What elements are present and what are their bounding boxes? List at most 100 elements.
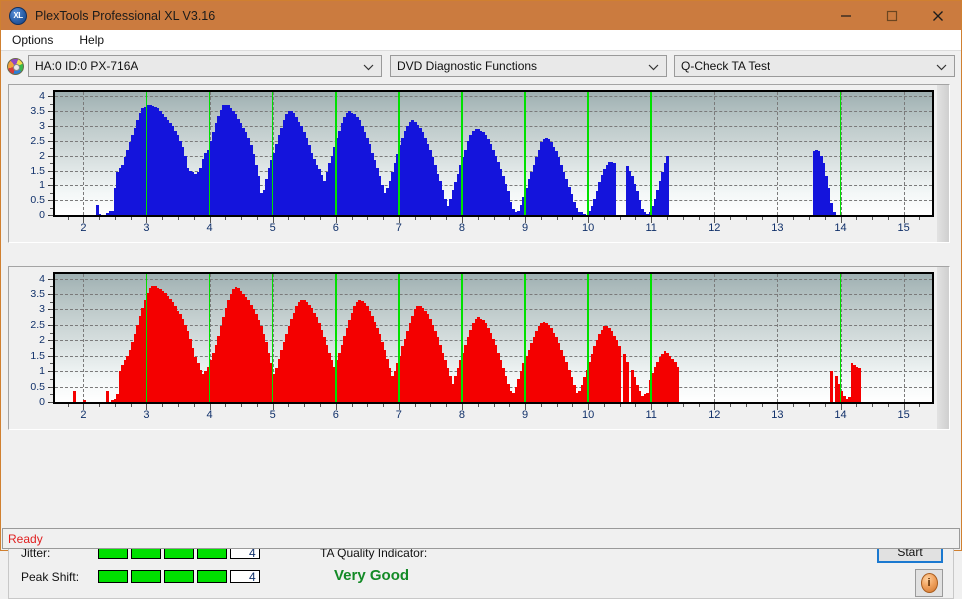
x-axis-tick [919, 217, 921, 220]
gridline-horizontal [55, 140, 932, 142]
x-axis-tick [162, 404, 164, 407]
y-axis-label: 0 [39, 396, 45, 408]
y-axis-minor-tick [50, 207, 53, 209]
x-axis-tick [824, 217, 826, 220]
x-axis-tick [383, 217, 385, 220]
x-axis-tick [808, 217, 810, 220]
x-axis-label: 13 [771, 409, 784, 421]
gridline-vertical [83, 274, 85, 402]
x-axis-label: 14 [834, 222, 847, 234]
x-axis-tick [777, 404, 779, 410]
x-axis-tick [178, 404, 180, 407]
maximize-button[interactable] [869, 1, 915, 30]
x-axis-tick [698, 217, 700, 220]
x-axis-tick [588, 404, 590, 410]
x-axis-tick [114, 217, 116, 220]
y-axis-minor-tick [50, 170, 53, 172]
x-axis-tick [225, 217, 227, 220]
x-axis-label: 8 [458, 222, 466, 234]
y-axis-minor-tick [50, 317, 53, 319]
function-select-value: DVD Diagnostic Functions [397, 59, 538, 73]
y-axis-label: 0.5 [30, 380, 45, 393]
peakshift-label: Peak Shift: [21, 570, 80, 584]
peakshift-chart-panel: 0 0.5 1 1.5 2 2.5 3 3.5 4 2 3 4 5 6 7 8 9 10 11 12 13 14 15 [8, 266, 950, 430]
x-axis-tick [335, 217, 337, 223]
x-axis-label: 10 [582, 222, 595, 234]
y-axis-label: 2.5 [30, 318, 45, 331]
x-axis-tick [730, 217, 732, 220]
title-bar: XL PlexTools Professional XL V3.16 [1, 1, 961, 30]
x-axis-tick [414, 217, 416, 220]
chart-bar [583, 213, 586, 215]
close-button[interactable] [915, 1, 961, 30]
y-axis-minor-tick [50, 402, 53, 403]
y-axis-minor-tick [50, 309, 53, 311]
x-axis-tick [178, 217, 180, 220]
x-axis-tick [99, 217, 101, 220]
x-axis-tick [367, 404, 369, 407]
y-axis-label: 4 [39, 272, 45, 285]
gridline-vertical [714, 92, 716, 215]
x-axis-tick [651, 217, 653, 223]
y-axis-minor-tick [50, 103, 53, 105]
x-axis-tick [461, 404, 463, 410]
x-axis-tick [446, 217, 448, 220]
x-axis-tick [793, 217, 795, 220]
x-axis-tick [667, 404, 668, 407]
x-axis-tick [256, 404, 258, 407]
x-axis-tick [288, 404, 290, 407]
chart-bar [676, 366, 680, 402]
speed-change-marker [208, 92, 211, 215]
x-axis-tick [887, 217, 889, 220]
x-axis-tick [714, 404, 716, 410]
y-axis-minor-tick [50, 155, 53, 157]
x-axis-tick [777, 217, 779, 223]
x-axis-tick [540, 217, 542, 220]
x-axis-label: 15 [897, 409, 910, 421]
gridline-horizontal [55, 309, 932, 311]
x-axis-label: 9 [521, 222, 529, 234]
menu-item-options[interactable]: Options [9, 32, 56, 48]
peakshift-meter [98, 570, 260, 583]
y-axis-minor-tick [50, 324, 53, 326]
chart-bar [666, 155, 669, 215]
y-axis-label: 3.5 [30, 105, 45, 118]
x-axis-label: 8 [458, 409, 466, 421]
speed-change-marker [271, 92, 274, 215]
x-axis-tick [83, 217, 85, 223]
x-axis-tick [856, 217, 858, 220]
x-axis-tick [67, 404, 69, 407]
gridline-vertical [83, 92, 85, 215]
x-axis-tick [209, 217, 211, 223]
x-axis-label: 10 [582, 409, 595, 421]
y-axis-minor-tick [50, 378, 53, 380]
x-axis-label: 15 [897, 222, 910, 234]
x-axis-label: 2 [80, 409, 87, 421]
speed-change-marker [271, 274, 274, 402]
x-axis-tick [67, 217, 69, 220]
speed-change-marker [524, 92, 526, 215]
function-select[interactable]: DVD Diagnostic Functions [390, 55, 667, 77]
x-axis-tick [682, 404, 684, 407]
gridline-vertical [777, 92, 779, 215]
x-axis-tick [414, 404, 416, 407]
chart-bar [858, 368, 861, 402]
x-axis-tick [367, 217, 369, 220]
x-axis-tick [241, 217, 243, 220]
x-axis-tick [588, 217, 590, 223]
x-axis-label: 7 [395, 222, 402, 234]
test-select[interactable]: Q-Check TA Test [674, 55, 955, 77]
x-axis-label: 4 [206, 409, 213, 421]
menu-item-help[interactable]: Help [76, 32, 107, 48]
speed-change-marker [145, 92, 148, 215]
x-axis-tick [572, 217, 574, 220]
minimize-button[interactable] [823, 1, 869, 30]
x-axis-tick [525, 217, 527, 223]
x-axis-tick [256, 217, 258, 220]
x-axis-tick [114, 404, 116, 407]
y-axis-label: 3 [39, 120, 45, 133]
gridline-horizontal [55, 126, 932, 128]
drive-select[interactable]: HA:0 ID:0 PX-716A [28, 55, 382, 77]
info-button[interactable]: i [915, 569, 943, 597]
y-axis-minor-tick [50, 148, 53, 150]
